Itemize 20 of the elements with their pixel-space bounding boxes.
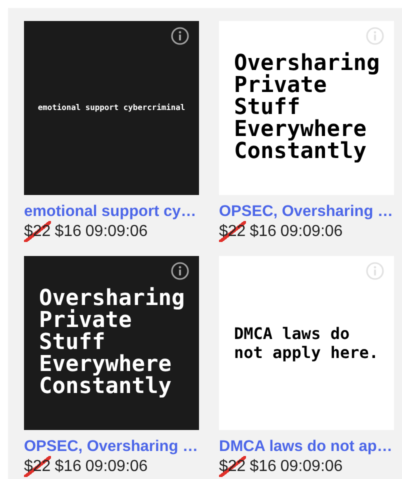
sale-price: $16 — [54, 457, 82, 477]
design-text: Oversharing Private Stuff Everywhere Constantly — [234, 53, 380, 163]
countdown-timer: 09:09:06 — [280, 457, 343, 477]
product-image[interactable]: Oversharing Private Stuff Everywhere Constantly — [24, 256, 199, 430]
product-title[interactable]: DMCA laws do not ap… — [219, 437, 394, 456]
product-title[interactable]: emotional support cy… — [24, 202, 199, 221]
product-title[interactable]: OPSEC, Oversharing … — [219, 202, 394, 221]
info-icon[interactable] — [171, 27, 189, 45]
product-image[interactable]: Oversharing Private Stuff Everywhere Constantly — [219, 21, 394, 195]
design-text: DMCA laws do not apply here. — [234, 324, 378, 362]
countdown-timer: 09:09:06 — [85, 457, 148, 477]
countdown-timer: 09:09:06 — [280, 222, 343, 242]
countdown-timer: 09:09:06 — [85, 222, 148, 242]
sale-price: $16 — [250, 457, 276, 477]
info-icon[interactable] — [171, 262, 189, 280]
product-title[interactable]: OPSEC, Oversharing … — [24, 437, 199, 456]
sale-price: $16 — [250, 222, 276, 242]
product-image[interactable]: DMCA laws do not apply here. — [219, 256, 394, 430]
design-text: Oversharing Private Stuff Everywhere Constantly — [39, 288, 185, 398]
sale-price: $16 — [54, 222, 82, 242]
